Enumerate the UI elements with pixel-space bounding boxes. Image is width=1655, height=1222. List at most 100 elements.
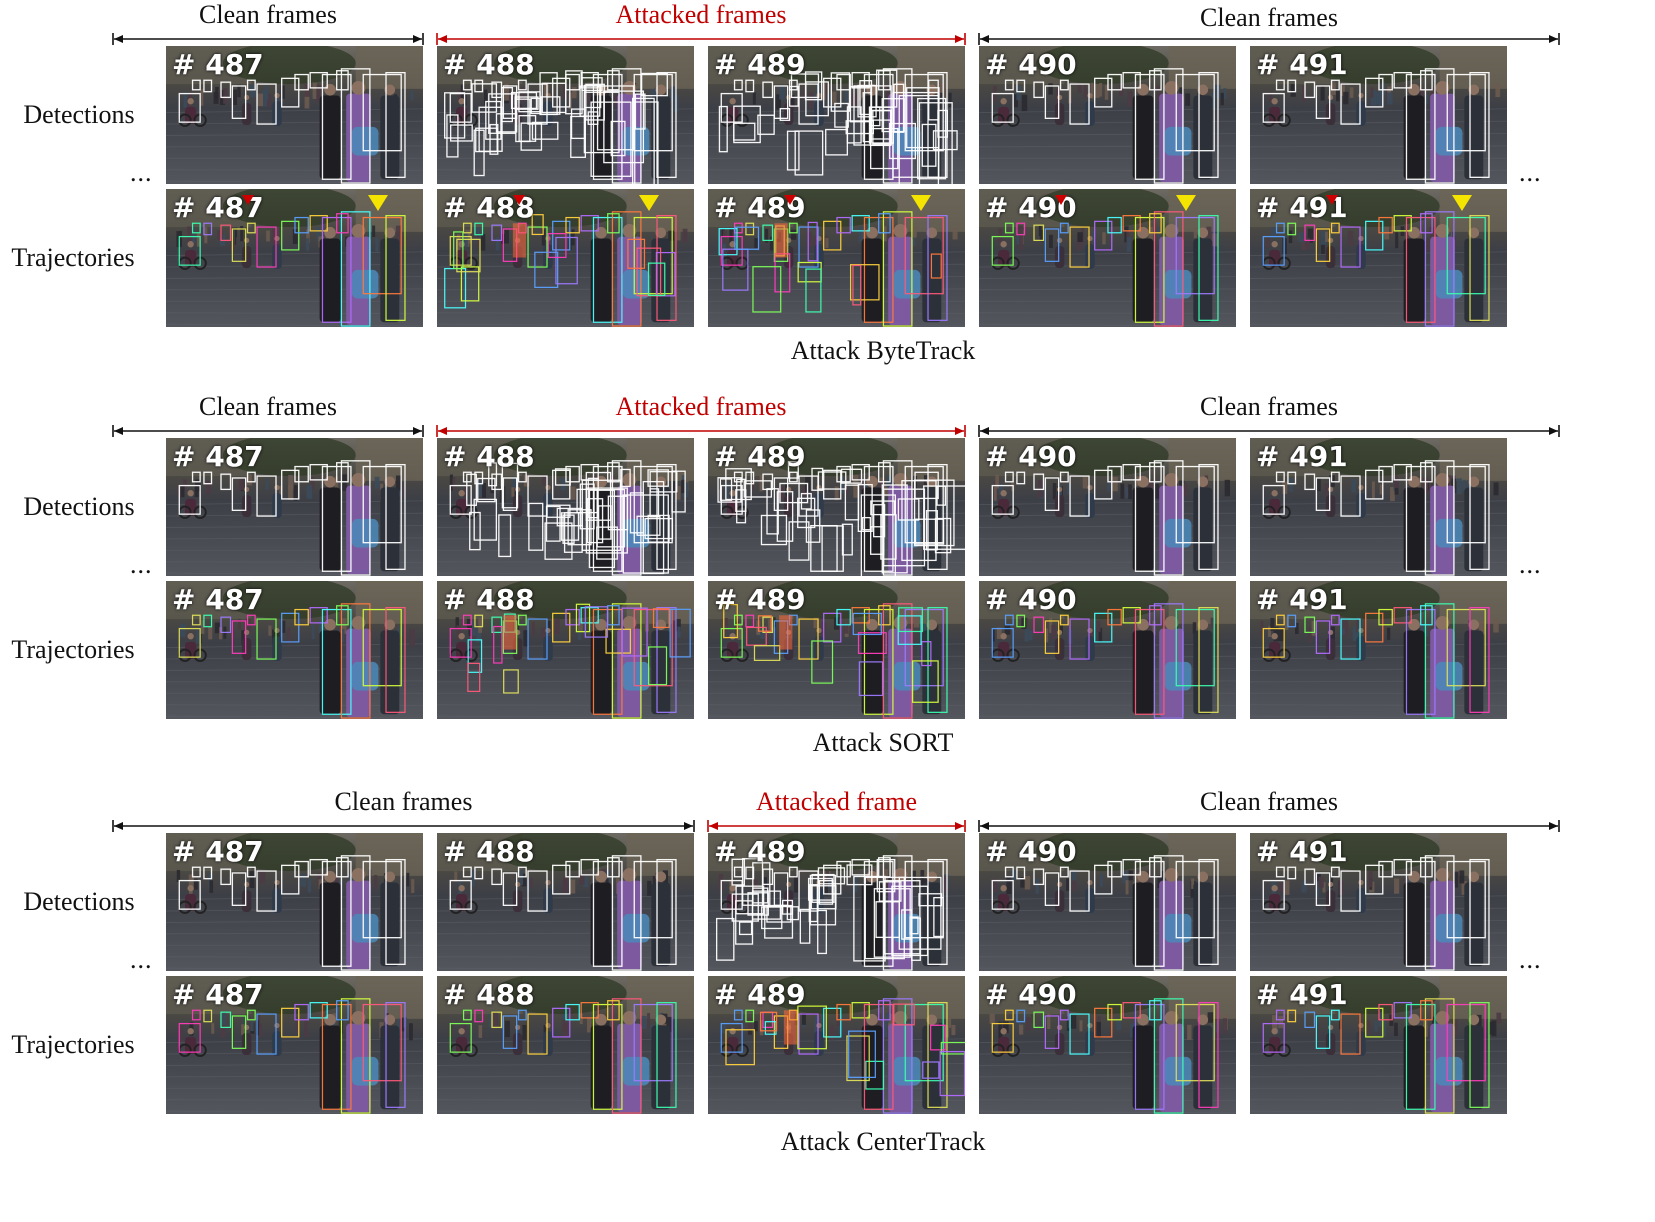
clean-span-arrow: [112, 32, 424, 46]
clean-frames-label: Clean frames: [1200, 3, 1338, 32]
clean-frames-label: Clean frames: [334, 787, 473, 816]
yellow-triangle-marker-icon: [1176, 195, 1196, 211]
frame-number: # 490: [985, 48, 1077, 81]
attacked-span-arrow: [436, 32, 966, 46]
attacked-frames-label: Attacked frame: [756, 787, 917, 816]
detection-frame: # 487: [166, 46, 423, 184]
yellow-triangle-marker-icon: [1452, 195, 1472, 211]
detection-frame: # 487: [166, 438, 423, 576]
frame-number: # 487: [172, 978, 264, 1011]
detection-frame: # 491: [1250, 46, 1507, 184]
clean-span-arrow: [978, 819, 1560, 833]
trajectory-frame: # 489: [708, 189, 965, 327]
trajectory-frame: # 488: [437, 189, 694, 327]
detection-frame: # 491: [1250, 438, 1507, 576]
frame-number: # 487: [172, 835, 264, 868]
clean-frames-label: Clean frames: [199, 392, 337, 421]
frame-number: # 489: [714, 583, 806, 616]
row-label-trajectories: Trajectories: [11, 1030, 135, 1059]
frame-number: # 489: [714, 48, 806, 81]
frame-number: # 490: [985, 440, 1077, 473]
red-triangle-marker-icon: [1055, 195, 1067, 205]
attacked-frames-label: Attacked frames: [615, 0, 787, 29]
detection-frame: # 491: [1250, 833, 1507, 971]
ellipsis-left: ...: [130, 945, 153, 974]
clean-span-arrow: [978, 32, 1560, 46]
row-label-detections: Detections: [23, 887, 135, 916]
clean-frames-label: Clean frames: [1200, 392, 1338, 421]
yellow-triangle-marker-icon: [368, 195, 388, 211]
section-1: Clean frames Attacked frames Clean frames D…: [0, 0, 1655, 380]
frame-number: # 489: [714, 978, 806, 1011]
detection-frame: # 489: [708, 833, 965, 971]
section-3: Clean frames Attacked frame Clean frames De…: [0, 787, 1655, 1167]
trajectory-frame: # 491: [1250, 189, 1507, 327]
trajectory-frame: # 491: [1250, 581, 1507, 719]
frame-number: # 488: [443, 48, 535, 81]
trajectory-frame: # 490: [979, 976, 1236, 1114]
red-triangle-marker-icon: [1326, 195, 1338, 205]
clean-span-arrow: [112, 819, 695, 833]
frame-number: # 489: [714, 440, 806, 473]
trajectory-frame: # 487: [166, 581, 423, 719]
clean-frames-label: Clean frames: [199, 0, 337, 29]
ellipsis-right: ...: [1519, 158, 1542, 187]
detection-frame: # 490: [979, 438, 1236, 576]
frame-number: # 487: [172, 440, 264, 473]
ellipsis-left: ...: [130, 158, 153, 187]
frame-number: # 491: [1256, 440, 1348, 473]
row-label-detections: Detections: [23, 492, 135, 521]
frame-number: # 490: [985, 835, 1077, 868]
detection-frame: # 487: [166, 833, 423, 971]
section-caption: Attack ByteTrack: [790, 336, 976, 365]
row-label-trajectories: Trajectories: [11, 243, 135, 272]
yellow-triangle-marker-icon: [639, 195, 659, 211]
trajectory-frame: # 490: [979, 581, 1236, 719]
frame-number: # 488: [443, 978, 535, 1011]
yellow-triangle-marker-icon: [911, 195, 931, 211]
row-label-trajectories: Trajectories: [11, 635, 135, 664]
detection-frame: # 488: [437, 46, 694, 184]
attacked-span-arrow: [707, 819, 966, 833]
detection-frame: # 490: [979, 833, 1236, 971]
section-caption: Attack SORT: [812, 728, 954, 757]
detection-frame: # 488: [437, 833, 694, 971]
frame-number: # 491: [1256, 48, 1348, 81]
detection-frame: # 488: [437, 438, 694, 576]
trajectory-frame: # 491: [1250, 976, 1507, 1114]
frame-number: # 488: [443, 583, 535, 616]
trajectory-frame: # 488: [437, 581, 694, 719]
detection-frame: # 489: [708, 46, 965, 184]
frame-number: # 491: [1256, 583, 1348, 616]
trajectory-frame: # 488: [437, 976, 694, 1114]
frame-number: # 487: [172, 48, 264, 81]
trajectory-frame: # 487: [166, 189, 423, 327]
clean-frames-label: Clean frames: [1200, 787, 1338, 816]
red-triangle-marker-icon: [784, 195, 796, 205]
section-2: Clean frames Attacked frames Clean frames D…: [0, 392, 1655, 772]
ellipsis-right: ...: [1519, 945, 1542, 974]
trajectory-frame: # 489: [708, 581, 965, 719]
red-triangle-marker-icon: [513, 195, 525, 205]
detection-frame: # 489: [708, 438, 965, 576]
frame-number: # 491: [1256, 978, 1348, 1011]
clean-span-arrow: [978, 424, 1560, 438]
frame-number: # 490: [985, 978, 1077, 1011]
ellipsis-right: ...: [1519, 550, 1542, 579]
red-triangle-marker-icon: [242, 195, 254, 205]
row-label-detections: Detections: [23, 100, 135, 129]
section-caption: Attack CenterTrack: [780, 1127, 986, 1156]
frame-number: # 490: [985, 583, 1077, 616]
trajectory-frame: # 487: [166, 976, 423, 1114]
frame-number: # 488: [443, 440, 535, 473]
detection-frame: # 490: [979, 46, 1236, 184]
frame-number: # 488: [443, 835, 535, 868]
frame-number: # 489: [714, 835, 806, 868]
clean-span-arrow: [112, 424, 424, 438]
attacked-span-arrow: [436, 424, 966, 438]
frame-number: # 491: [1256, 835, 1348, 868]
attacked-frames-label: Attacked frames: [615, 392, 787, 421]
frame-number: # 487: [172, 583, 264, 616]
trajectory-frame: # 490: [979, 189, 1236, 327]
ellipsis-left: ...: [130, 550, 153, 579]
